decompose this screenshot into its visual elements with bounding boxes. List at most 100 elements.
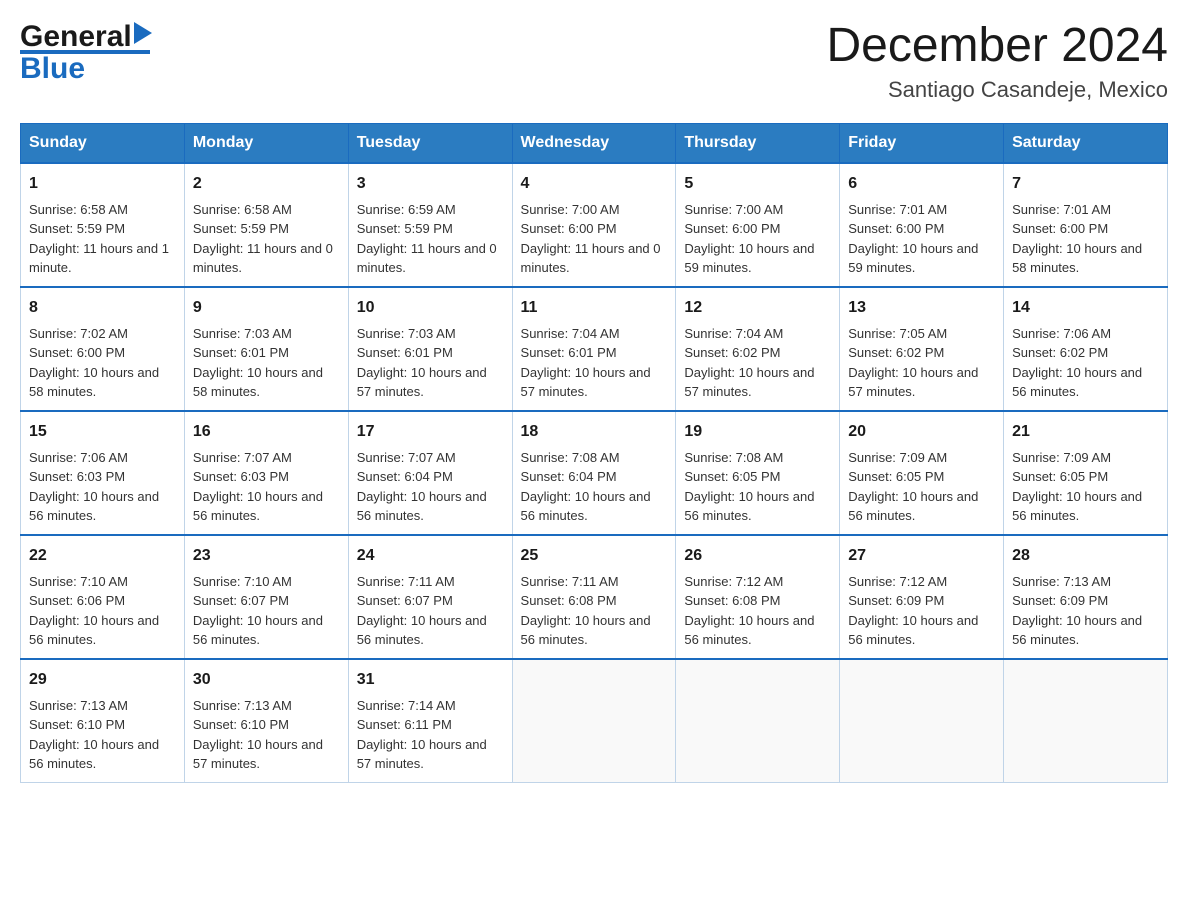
day-cell: 18 Sunrise: 7:08 AMSunset: 6:04 PMDaylig… [512,411,676,535]
day-sunrise: Sunrise: 7:09 AMSunset: 6:05 PMDaylight:… [1012,450,1142,524]
day-cell: 6 Sunrise: 7:01 AMSunset: 6:00 PMDayligh… [840,163,1004,287]
day-sunrise: Sunrise: 7:06 AMSunset: 6:02 PMDaylight:… [1012,326,1142,400]
day-cell [840,659,1004,783]
day-number: 27 [848,544,995,568]
day-cell: 23 Sunrise: 7:10 AMSunset: 6:07 PMDaylig… [184,535,348,659]
day-sunrise: Sunrise: 7:01 AMSunset: 6:00 PMDaylight:… [848,202,978,276]
day-sunrise: Sunrise: 7:10 AMSunset: 6:06 PMDaylight:… [29,574,159,648]
day-sunrise: Sunrise: 7:13 AMSunset: 6:09 PMDaylight:… [1012,574,1142,648]
logo-blue-text: Blue [20,52,85,86]
day-number: 25 [521,544,668,568]
day-cell: 7 Sunrise: 7:01 AMSunset: 6:00 PMDayligh… [1004,163,1168,287]
day-cell: 30 Sunrise: 7:13 AMSunset: 6:10 PMDaylig… [184,659,348,783]
day-number: 1 [29,172,176,196]
day-sunrise: Sunrise: 7:07 AMSunset: 6:03 PMDaylight:… [193,450,323,524]
day-sunrise: Sunrise: 7:09 AMSunset: 6:05 PMDaylight:… [848,450,978,524]
day-sunrise: Sunrise: 7:03 AMSunset: 6:01 PMDaylight:… [193,326,323,400]
week-row-4: 22 Sunrise: 7:10 AMSunset: 6:06 PMDaylig… [21,535,1168,659]
header-thursday: Thursday [676,123,840,163]
calendar-table: SundayMondayTuesdayWednesdayThursdayFrid… [20,123,1168,783]
day-number: 17 [357,420,504,444]
day-sunrise: Sunrise: 7:01 AMSunset: 6:00 PMDaylight:… [1012,202,1142,276]
day-number: 7 [1012,172,1159,196]
day-number: 2 [193,172,340,196]
day-number: 10 [357,296,504,320]
day-cell: 26 Sunrise: 7:12 AMSunset: 6:08 PMDaylig… [676,535,840,659]
day-number: 9 [193,296,340,320]
day-cell: 4 Sunrise: 7:00 AMSunset: 6:00 PMDayligh… [512,163,676,287]
day-cell: 22 Sunrise: 7:10 AMSunset: 6:06 PMDaylig… [21,535,185,659]
day-number: 5 [684,172,831,196]
day-number: 15 [29,420,176,444]
header-tuesday: Tuesday [348,123,512,163]
day-number: 20 [848,420,995,444]
day-cell: 2 Sunrise: 6:58 AMSunset: 5:59 PMDayligh… [184,163,348,287]
logo-triangle-icon [134,22,152,49]
day-cell: 19 Sunrise: 7:08 AMSunset: 6:05 PMDaylig… [676,411,840,535]
day-cell: 28 Sunrise: 7:13 AMSunset: 6:09 PMDaylig… [1004,535,1168,659]
week-row-3: 15 Sunrise: 7:06 AMSunset: 6:03 PMDaylig… [21,411,1168,535]
day-cell [1004,659,1168,783]
logo-general-text: General [20,20,132,54]
day-cell: 9 Sunrise: 7:03 AMSunset: 6:01 PMDayligh… [184,287,348,411]
day-cell: 13 Sunrise: 7:05 AMSunset: 6:02 PMDaylig… [840,287,1004,411]
day-sunrise: Sunrise: 7:00 AMSunset: 6:00 PMDaylight:… [684,202,814,276]
header-wednesday: Wednesday [512,123,676,163]
page-subtitle: Santiago Casandeje, Mexico [826,77,1168,103]
calendar-header-row: SundayMondayTuesdayWednesdayThursdayFrid… [21,123,1168,163]
day-number: 6 [848,172,995,196]
day-sunrise: Sunrise: 7:11 AMSunset: 6:07 PMDaylight:… [357,574,487,648]
day-cell: 3 Sunrise: 6:59 AMSunset: 5:59 PMDayligh… [348,163,512,287]
day-sunrise: Sunrise: 7:07 AMSunset: 6:04 PMDaylight:… [357,450,487,524]
day-cell [676,659,840,783]
day-sunrise: Sunrise: 7:05 AMSunset: 6:02 PMDaylight:… [848,326,978,400]
day-number: 11 [521,296,668,320]
day-number: 19 [684,420,831,444]
day-cell: 20 Sunrise: 7:09 AMSunset: 6:05 PMDaylig… [840,411,1004,535]
day-number: 12 [684,296,831,320]
header-friday: Friday [840,123,1004,163]
day-number: 23 [193,544,340,568]
page-title: December 2024 [826,20,1168,73]
title-area: December 2024 Santiago Casandeje, Mexico [826,20,1168,103]
day-cell: 14 Sunrise: 7:06 AMSunset: 6:02 PMDaylig… [1004,287,1168,411]
day-sunrise: Sunrise: 7:00 AMSunset: 6:00 PMDaylight:… [521,202,661,276]
day-sunrise: Sunrise: 7:13 AMSunset: 6:10 PMDaylight:… [29,698,159,772]
week-row-1: 1 Sunrise: 6:58 AMSunset: 5:59 PMDayligh… [21,163,1168,287]
day-number: 13 [848,296,995,320]
day-sunrise: Sunrise: 7:12 AMSunset: 6:08 PMDaylight:… [684,574,814,648]
day-sunrise: Sunrise: 7:08 AMSunset: 6:05 PMDaylight:… [684,450,814,524]
day-number: 21 [1012,420,1159,444]
day-cell: 5 Sunrise: 7:00 AMSunset: 6:00 PMDayligh… [676,163,840,287]
day-number: 22 [29,544,176,568]
day-cell: 11 Sunrise: 7:04 AMSunset: 6:01 PMDaylig… [512,287,676,411]
day-number: 31 [357,668,504,692]
day-sunrise: Sunrise: 7:04 AMSunset: 6:01 PMDaylight:… [521,326,651,400]
day-cell: 17 Sunrise: 7:07 AMSunset: 6:04 PMDaylig… [348,411,512,535]
header-saturday: Saturday [1004,123,1168,163]
day-number: 30 [193,668,340,692]
day-cell: 24 Sunrise: 7:11 AMSunset: 6:07 PMDaylig… [348,535,512,659]
day-cell: 15 Sunrise: 7:06 AMSunset: 6:03 PMDaylig… [21,411,185,535]
day-sunrise: Sunrise: 7:10 AMSunset: 6:07 PMDaylight:… [193,574,323,648]
week-row-2: 8 Sunrise: 7:02 AMSunset: 6:00 PMDayligh… [21,287,1168,411]
header-monday: Monday [184,123,348,163]
day-sunrise: Sunrise: 7:13 AMSunset: 6:10 PMDaylight:… [193,698,323,772]
day-cell: 10 Sunrise: 7:03 AMSunset: 6:01 PMDaylig… [348,287,512,411]
day-cell: 29 Sunrise: 7:13 AMSunset: 6:10 PMDaylig… [21,659,185,783]
day-sunrise: Sunrise: 6:58 AMSunset: 5:59 PMDaylight:… [29,202,169,276]
day-cell: 31 Sunrise: 7:14 AMSunset: 6:11 PMDaylig… [348,659,512,783]
logo: General Blue [20,20,152,86]
day-number: 26 [684,544,831,568]
day-number: 18 [521,420,668,444]
day-number: 3 [357,172,504,196]
day-number: 28 [1012,544,1159,568]
day-number: 24 [357,544,504,568]
day-sunrise: Sunrise: 7:02 AMSunset: 6:00 PMDaylight:… [29,326,159,400]
week-row-5: 29 Sunrise: 7:13 AMSunset: 6:10 PMDaylig… [21,659,1168,783]
page-header: General Blue December 2024 Santiago Casa… [20,20,1168,103]
day-number: 16 [193,420,340,444]
day-cell [512,659,676,783]
day-sunrise: Sunrise: 6:59 AMSunset: 5:59 PMDaylight:… [357,202,497,276]
day-sunrise: Sunrise: 7:03 AMSunset: 6:01 PMDaylight:… [357,326,487,400]
